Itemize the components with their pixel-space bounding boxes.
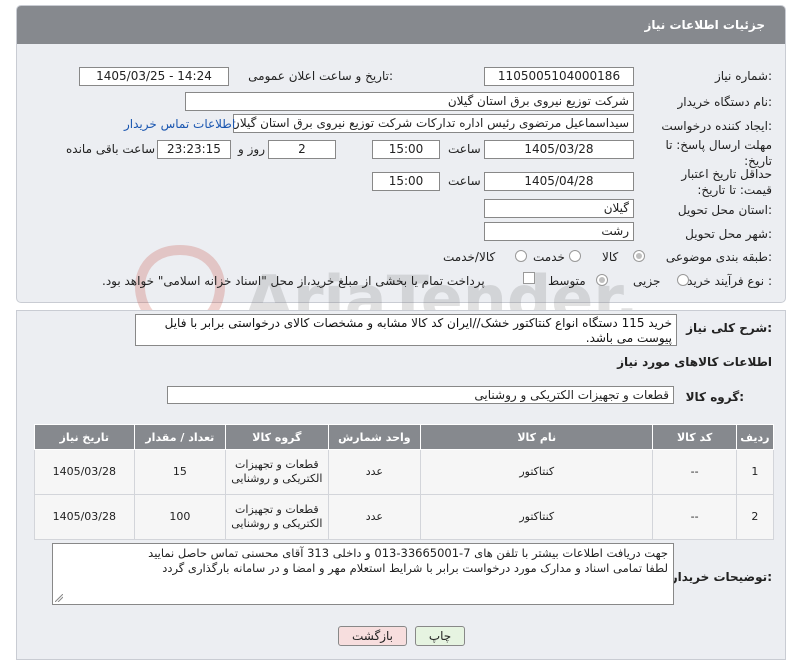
purchase-radio-minor[interactable] [677, 274, 689, 286]
announce-label: تاریخ و ساعت اعلان عمومی: [248, 69, 393, 83]
col-row: ردیف [735, 424, 775, 450]
cell-date: 1405/03/28 [34, 494, 135, 540]
creator-field: سیداسماعیل مرتضوی رئیس اداره تدارکات شرک… [233, 114, 634, 133]
buyer-contact-link[interactable]: اطلاعات تماس خریدار [124, 117, 235, 131]
buyer-notes-line-2: لطفا تمامی اسناد و مدارک مورد درخواست بر… [162, 561, 668, 575]
purchase-option-minor: جزیی [633, 274, 661, 288]
cell-group: قطعات و تجهیزات الکتریکی و روشنایی [225, 449, 329, 495]
print-button[interactable]: چاپ [415, 626, 465, 646]
category-option-goods: کالا [602, 250, 619, 264]
city-label: شهر محل تحویل: [685, 227, 772, 241]
cell-code: -- [652, 449, 737, 495]
validity-time-field: 15:00 [372, 172, 440, 191]
buyer-notes-field: جهت دریافت اطلاعات بیشتر با تلفن های 7-3… [52, 543, 674, 605]
validity-label: حداقل تاریخ اعتبار قیمت: تا تاریخ: [681, 167, 772, 197]
treasury-payment-note: پرداخت تمام یا بخشی از مبلغ خرید،از محل … [102, 274, 485, 288]
days-field: 2 [268, 140, 336, 159]
col-group: گروه کالا [225, 424, 329, 450]
city-field: رشت [484, 222, 634, 241]
panel-title: جزئیات اطلاعات نیاز [644, 18, 765, 32]
col-name: نام کالا [420, 424, 654, 450]
days-label: روز و [238, 142, 265, 156]
cell-date: 1405/03/28 [34, 449, 135, 495]
category-radio-goods[interactable] [633, 250, 645, 262]
cell-unit: عدد [327, 494, 422, 540]
goods-group-label: گروه کالا: [685, 390, 744, 404]
validity-date-field: 1405/04/28 [484, 172, 634, 191]
col-unit: واحد شمارش [327, 424, 422, 450]
remaining-label: ساعت باقی مانده [66, 142, 156, 156]
category-option-goods-service: کالا/خدمت [443, 250, 496, 264]
cell-code: -- [652, 494, 737, 540]
validity-time-label: ساعت [448, 174, 481, 188]
general-desc-field: خرید 115 دستگاه انواع کنتاکتور خشک//ایرا… [135, 314, 677, 346]
purchase-type-label: نوع فرآیند خرید : [687, 274, 772, 288]
table-row: 2 -- کنتاکتور عدد قطعات و تجهیزات الکتری… [34, 494, 775, 540]
back-button[interactable]: بازگشت [338, 626, 407, 646]
category-option-service: خدمت [533, 250, 565, 264]
province-field: گیلان [484, 199, 634, 218]
treasury-payment-checkbox[interactable] [523, 272, 535, 284]
buyer-org-label: نام دستگاه خریدار: [677, 95, 773, 109]
buyer-notes-line-1: جهت دریافت اطلاعات بیشتر با تلفن های 7-3… [148, 546, 668, 560]
purchase-radio-medium[interactable] [596, 274, 608, 286]
cell-unit: عدد [327, 449, 422, 495]
deadline-date-field: 1405/03/28 [484, 140, 634, 159]
province-label: استان محل تحویل: [677, 203, 772, 217]
cell-row: 2 [735, 494, 775, 540]
category-radio-goods-service[interactable] [515, 250, 527, 262]
cell-qty: 100 [133, 494, 227, 540]
goods-group-field: قطعات و تجهیزات الکتریکی و روشنایی [167, 386, 674, 404]
cell-qty: 15 [133, 449, 227, 495]
buyer-notes-label: توضیحات خریدار: [670, 570, 772, 584]
buyer-org-field: شرکت توزیع نیروی برق استان گیلان [185, 92, 634, 111]
announce-datetime-field: 1405/03/25 - 14:24 [79, 67, 229, 86]
goods-table-header: ردیف کد کالا نام کالا واحد شمارش گروه کا… [34, 424, 775, 450]
category-label: طبقه بندی موضوعی: [665, 250, 772, 264]
goods-info-title: اطلاعات کالاهای مورد نیاز [617, 355, 772, 369]
col-date: تاریخ نیاز [34, 424, 135, 450]
deadline-label: مهلت ارسال پاسخ: تا تاریخ: [665, 138, 772, 168]
purchase-option-medium: متوسط [548, 274, 586, 288]
col-code: کد کالا [652, 424, 737, 450]
general-desc-label: شرح کلی نیاز: [686, 321, 772, 335]
deadline-time-label: ساعت [448, 142, 481, 156]
table-row: 1 -- کنتاکتور عدد قطعات و تجهیزات الکتری… [34, 449, 775, 495]
category-radio-service[interactable] [569, 250, 581, 262]
cell-name: کنتاکتور [420, 449, 654, 495]
creator-label: ایجاد کننده درخواست: [661, 119, 772, 133]
panel-header: جزئیات اطلاعات نیاز [17, 6, 785, 44]
col-qty: تعداد / مقدار [133, 424, 227, 450]
cell-name: کنتاکتور [420, 494, 654, 540]
need-number-field: 1105005104000186 [484, 67, 634, 86]
goods-table: ردیف کد کالا نام کالا واحد شمارش گروه کا… [34, 424, 775, 540]
deadline-time-field: 15:00 [372, 140, 440, 159]
need-number-label: شماره نیاز: [714, 69, 772, 83]
cell-group: قطعات و تجهیزات الکتریکی و روشنایی [225, 494, 329, 540]
cell-row: 1 [735, 449, 775, 495]
resize-grip-icon[interactable] [55, 594, 63, 602]
remaining-time-field: 23:23:15 [157, 140, 231, 159]
